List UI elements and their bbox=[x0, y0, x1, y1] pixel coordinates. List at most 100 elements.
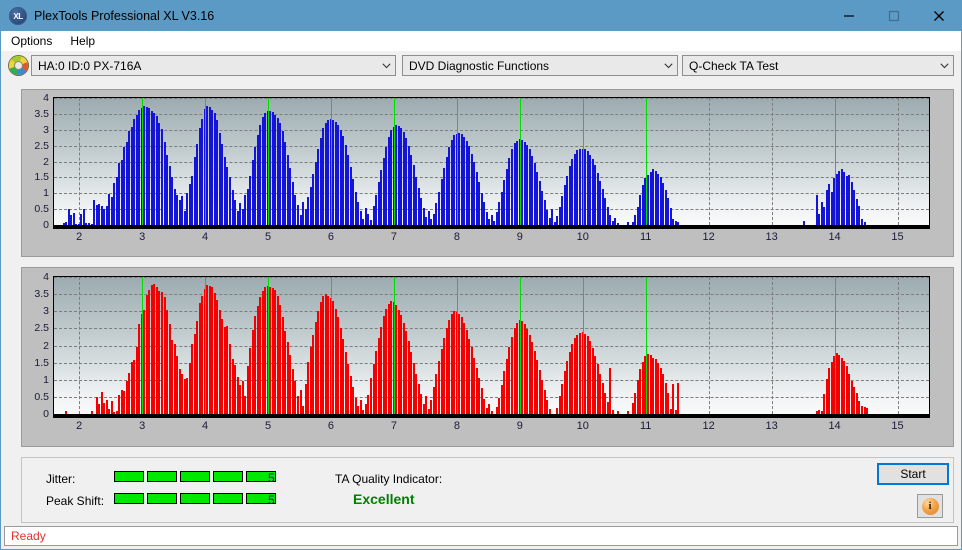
ta-test-chart-blue: 0 0.5 1 1.5 2 2.5 3 3.5 4 2 3 4 5 6 7 8 9 10 11 12 13 14 15 bbox=[21, 89, 954, 257]
gridline-vertical bbox=[79, 98, 81, 225]
marker-line bbox=[393, 277, 395, 414]
y-axis-tick-label: 3.5 bbox=[34, 107, 49, 120]
gridline-horizontal bbox=[54, 311, 929, 313]
gridline-vertical bbox=[79, 277, 81, 414]
test-select[interactable]: Q-Check TA Test bbox=[682, 55, 954, 76]
marker-line bbox=[645, 98, 647, 225]
info-button[interactable]: i bbox=[917, 494, 943, 518]
maximize-icon[interactable] bbox=[871, 1, 916, 31]
x-axis-tick-label: 4 bbox=[202, 231, 209, 243]
menu-item-options[interactable]: Options bbox=[3, 32, 60, 50]
gridline-horizontal bbox=[54, 161, 929, 163]
marker-line bbox=[834, 98, 836, 225]
app-logo-icon: XL bbox=[9, 7, 27, 25]
x-axis-tick-label: 3 bbox=[139, 231, 146, 243]
y-axis-tick-label: 0.5 bbox=[34, 390, 49, 403]
window-controls bbox=[826, 1, 961, 31]
minimize-icon[interactable] bbox=[826, 1, 871, 31]
y-axis-tick-label: 2 bbox=[43, 339, 49, 352]
y-axis-tick-label: 1 bbox=[43, 187, 49, 200]
marker-line bbox=[834, 277, 836, 414]
y-axis-tick-label: 2.5 bbox=[34, 139, 49, 152]
chevron-down-icon bbox=[936, 56, 953, 75]
y-axis-tick-label: 3 bbox=[43, 123, 49, 136]
ta-quality-label: TA Quality Indicator: bbox=[335, 472, 443, 486]
marker-line bbox=[582, 98, 584, 225]
optical-disc-icon bbox=[9, 56, 28, 75]
marker-line bbox=[456, 98, 458, 225]
gridline-vertical bbox=[708, 277, 710, 414]
x-axis-tick-label: 15 bbox=[891, 420, 904, 432]
y-axis-tick-label: 3 bbox=[43, 305, 49, 318]
jitter-segment bbox=[180, 471, 210, 482]
marker-line bbox=[142, 98, 144, 225]
x-axis-tick-label: 15 bbox=[891, 231, 904, 243]
marker-line bbox=[205, 277, 207, 414]
gridline-horizontal bbox=[54, 129, 929, 131]
marker-line bbox=[519, 98, 521, 225]
gridline-horizontal bbox=[54, 98, 929, 99]
plot-area-blue bbox=[53, 97, 930, 229]
close-icon[interactable] bbox=[916, 1, 961, 31]
x-axis-tick-label: 13 bbox=[765, 231, 778, 243]
marker-line bbox=[330, 98, 332, 225]
x-axis-labels: 2 3 4 5 6 7 8 9 10 11 12 13 14 15 bbox=[53, 421, 930, 435]
chart-bar bbox=[677, 382, 680, 414]
gridline-vertical bbox=[897, 277, 899, 414]
y-axis-tick-label: 2.5 bbox=[34, 322, 49, 335]
gridline-vertical bbox=[708, 98, 710, 225]
menu-item-help[interactable]: Help bbox=[62, 32, 103, 50]
jitter-segment bbox=[114, 471, 144, 482]
title-bar: XL PlexTools Professional XL V3.16 bbox=[1, 1, 961, 31]
y-axis-tick-label: 0.5 bbox=[34, 203, 49, 216]
y-axis-tick-label: 3.5 bbox=[34, 288, 49, 301]
marker-line bbox=[456, 277, 458, 414]
peak-shift-segment bbox=[213, 493, 243, 504]
marker-line bbox=[142, 277, 144, 414]
y-axis-tick-label: 1.5 bbox=[34, 171, 49, 184]
x-axis-tick-label: 14 bbox=[828, 231, 841, 243]
x-axis-tick-label: 10 bbox=[576, 420, 589, 432]
x-axis-tick-label: 13 bbox=[765, 420, 778, 432]
marker-line bbox=[205, 98, 207, 225]
status-text: Ready bbox=[11, 529, 46, 543]
results-panel: Jitter: 5 Peak Shift: 5 TA Quality Indic… bbox=[21, 457, 954, 523]
function-select[interactable]: DVD Diagnostic Functions bbox=[402, 55, 678, 76]
peak-shift-segment bbox=[180, 493, 210, 504]
x-axis-labels: 2 3 4 5 6 7 8 9 10 11 12 13 14 15 bbox=[53, 232, 930, 246]
peak-shift-segment bbox=[114, 493, 144, 504]
peak-shift-value: 5 bbox=[268, 493, 275, 507]
gridline-horizontal bbox=[54, 277, 929, 278]
y-axis-tick-label: 4 bbox=[43, 92, 49, 104]
jitter-segment bbox=[213, 471, 243, 482]
window-title: PlexTools Professional XL V3.16 bbox=[34, 9, 215, 23]
gridline-vertical bbox=[897, 98, 899, 225]
menu-bar: Options Help bbox=[1, 31, 961, 51]
x-axis-tick-label: 5 bbox=[264, 231, 272, 243]
marker-line bbox=[519, 277, 521, 414]
jitter-value: 5 bbox=[268, 471, 275, 485]
y-axis-tick-label: 1.5 bbox=[34, 356, 49, 369]
marker-line bbox=[393, 98, 395, 225]
selector-toolbar: HA:0 ID:0 PX-716A DVD Diagnostic Functio… bbox=[1, 51, 961, 81]
ta-test-chart-red: 0 0.5 1 1.5 2 2.5 3 3.5 4 2 3 4 5 6 7 8 9 10 11 12 13 14 15 bbox=[21, 267, 954, 447]
start-button[interactable]: Start bbox=[877, 463, 949, 485]
x-axis-tick-label: 11 bbox=[640, 231, 652, 243]
peak-shift-label: Peak Shift: bbox=[46, 494, 105, 508]
gridline-horizontal bbox=[54, 362, 929, 364]
app-window: XL PlexTools Professional XL V3.16 Optio… bbox=[0, 0, 962, 550]
gridline-horizontal bbox=[54, 145, 929, 147]
drive-select[interactable]: HA:0 ID:0 PX-716A bbox=[31, 55, 396, 76]
drive-select-value: HA:0 ID:0 PX-716A bbox=[38, 58, 142, 73]
peak-shift-segment bbox=[147, 493, 177, 504]
function-select-value: DVD Diagnostic Functions bbox=[409, 58, 550, 73]
x-axis-tick-label: 3 bbox=[139, 420, 146, 432]
x-axis-tick-label: 11 bbox=[640, 420, 652, 432]
jitter-meter bbox=[114, 471, 276, 482]
x-axis-tick-label: 9 bbox=[516, 231, 523, 243]
y-axis-labels: 0 0.5 1 1.5 2 2.5 3 3.5 4 bbox=[22, 93, 49, 231]
x-axis-tick-label: 12 bbox=[702, 231, 715, 243]
x-axis-tick-label: 10 bbox=[576, 231, 589, 243]
y-axis-tick-label: 0 bbox=[43, 219, 49, 231]
x-axis-tick-label: 5 bbox=[264, 420, 272, 432]
